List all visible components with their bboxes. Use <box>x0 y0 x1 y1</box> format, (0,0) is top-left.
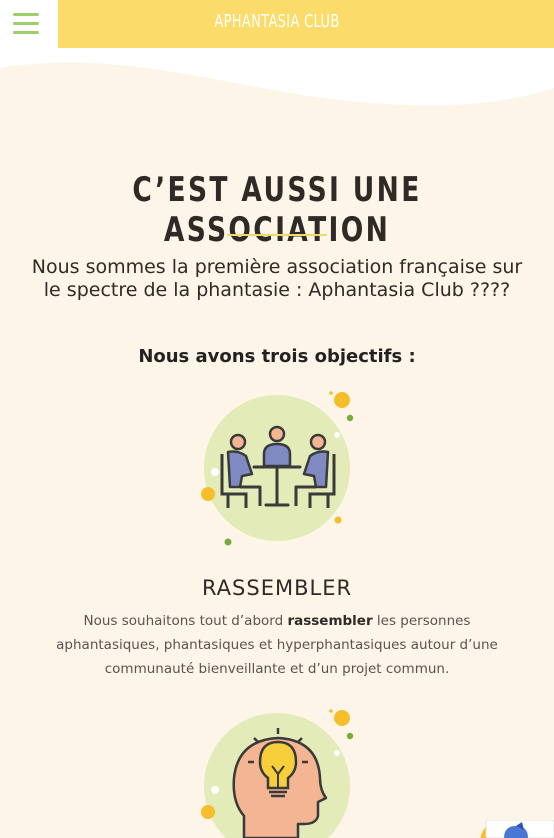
title-divider <box>227 234 327 236</box>
item-title-rassembler: RASSEMBLER <box>201 576 353 600</box>
idea-head-icon <box>201 709 354 838</box>
top-bar: APHANTASIA CLUB <box>0 0 554 48</box>
section-title: C’EST AUSSI UNE ASSOCIATION <box>132 170 422 250</box>
menu-line-icon <box>13 13 39 16</box>
intro-paragraph: Nous sommes la première association fran… <box>31 256 523 301</box>
objectives-heading: Nous avons trois objectifs : <box>138 346 416 367</box>
hamburger-menu-button[interactable] <box>0 0 58 48</box>
site-title-link[interactable]: APHANTASIA CLUB <box>78 11 477 32</box>
recaptcha-badge[interactable] <box>472 820 554 838</box>
meeting-icon <box>201 391 354 546</box>
menu-line-icon <box>13 31 39 34</box>
item-description: Nous souhaitons tout d’abord rassembler … <box>56 613 498 677</box>
menu-line-icon <box>13 22 39 25</box>
wave-divider <box>0 48 554 106</box>
